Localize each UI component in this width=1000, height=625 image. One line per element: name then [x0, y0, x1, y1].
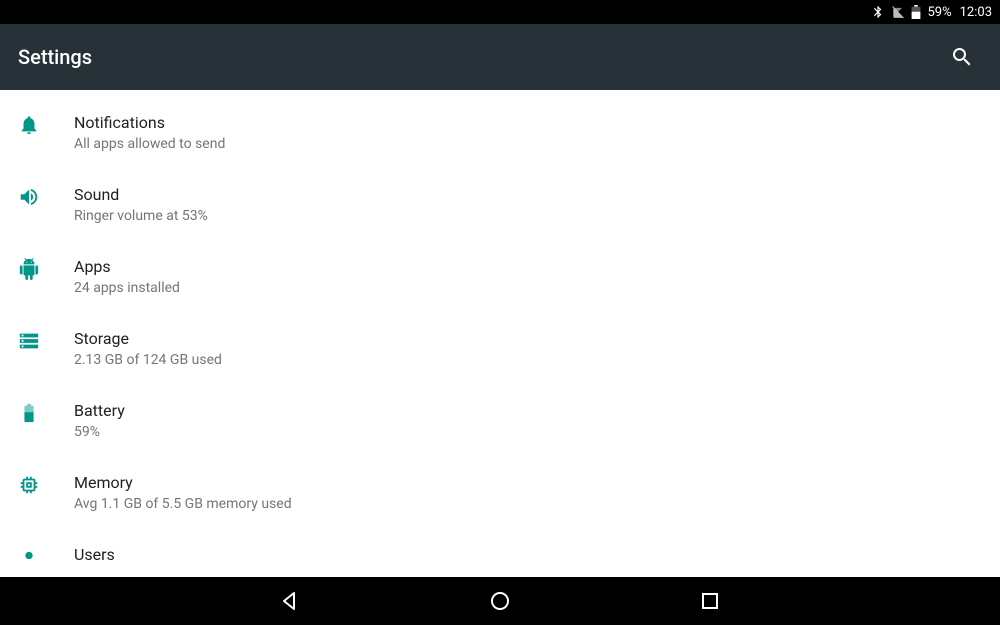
item-title: Memory — [74, 472, 292, 494]
settings-item-storage[interactable]: Storage 2.13 GB of 124 GB used — [0, 314, 1000, 386]
search-button[interactable] — [942, 37, 982, 77]
search-icon — [950, 45, 974, 69]
navigation-bar — [0, 577, 1000, 625]
settings-item-apps[interactable]: Apps 24 apps installed — [0, 242, 1000, 314]
item-subtitle: Avg 1.1 GB of 5.5 GB memory used — [74, 495, 292, 514]
item-title: Battery — [74, 400, 125, 422]
android-icon — [18, 256, 58, 280]
back-icon — [278, 589, 302, 613]
settings-item-battery[interactable]: Battery 59% — [0, 386, 1000, 458]
item-title: Notifications — [74, 112, 225, 134]
memory-icon — [18, 472, 58, 496]
clock-text: 12:03 — [960, 5, 992, 20]
storage-icon — [18, 328, 58, 352]
person-icon — [18, 544, 58, 572]
home-button[interactable] — [480, 581, 520, 621]
battery-icon — [18, 400, 58, 424]
item-subtitle: 24 apps installed — [74, 279, 180, 298]
item-title: Storage — [74, 328, 222, 350]
app-bar: Settings — [0, 24, 1000, 90]
settings-item-notifications[interactable]: Notifications All apps allowed to send — [0, 98, 1000, 170]
no-sim-icon — [891, 5, 905, 19]
item-subtitle: All apps allowed to send — [74, 135, 225, 154]
item-title: Users — [74, 544, 115, 566]
back-button[interactable] — [270, 581, 310, 621]
battery-pct-text: 59% — [927, 5, 951, 20]
speaker-icon — [18, 184, 58, 208]
battery-icon — [911, 5, 921, 19]
recents-icon — [698, 589, 722, 613]
page-title: Settings — [18, 45, 92, 69]
recents-button[interactable] — [690, 581, 730, 621]
settings-list[interactable]: Notifications All apps allowed to send S… — [0, 90, 1000, 572]
item-subtitle: Ringer volume at 53% — [74, 207, 208, 226]
item-title: Apps — [74, 256, 180, 278]
bluetooth-icon — [871, 5, 885, 19]
status-bar: 59% 12:03 — [0, 0, 1000, 24]
home-icon — [488, 589, 512, 613]
bell-icon — [18, 112, 58, 136]
item-subtitle: 59% — [74, 423, 125, 442]
settings-item-memory[interactable]: Memory Avg 1.1 GB of 5.5 GB memory used — [0, 458, 1000, 530]
settings-item-users[interactable]: Users — [0, 530, 1000, 572]
item-subtitle: 2.13 GB of 124 GB used — [74, 351, 222, 370]
item-title: Sound — [74, 184, 208, 206]
settings-item-sound[interactable]: Sound Ringer volume at 53% — [0, 170, 1000, 242]
settings-content: Notifications All apps allowed to send S… — [0, 90, 1000, 577]
